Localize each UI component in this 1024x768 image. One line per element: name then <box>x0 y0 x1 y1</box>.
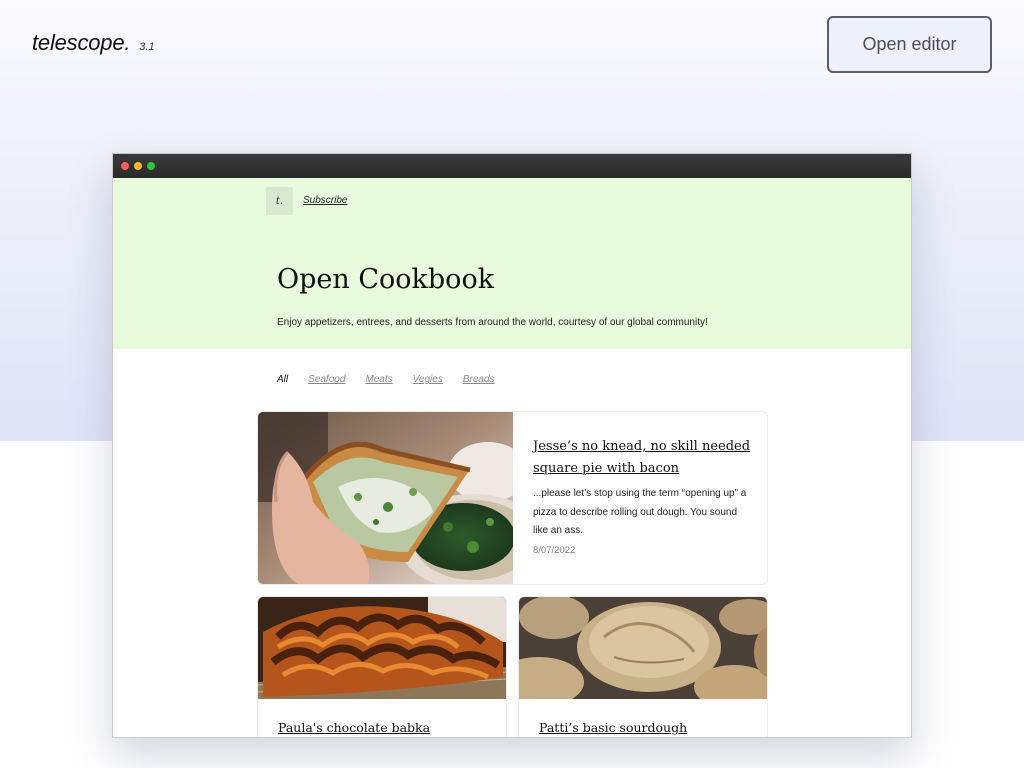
featured-recipe-date: 8/07/2022 <box>533 544 576 556</box>
maximize-window-icon[interactable] <box>147 162 155 170</box>
pizza-slice-image[interactable] <box>258 412 513 584</box>
minimize-window-icon[interactable] <box>134 162 142 170</box>
recipe-card-sourdough[interactable]: Patti’s basic sourdough <box>518 596 768 737</box>
babka-card-body: Paula's chocolate babka <box>278 717 430 737</box>
close-window-icon[interactable] <box>121 162 129 170</box>
featured-recipe-excerpt: ...please let’s stop using the term “ope… <box>533 488 747 536</box>
featured-recipe-body: Jesse’s no knead, no skill needed square… <box>533 436 753 556</box>
featured-recipe-title[interactable]: Jesse’s no knead, no skill needed square… <box>533 436 753 480</box>
category-filters: All Seafood Meats Vegies Breads <box>277 374 495 385</box>
page-title: Open Cookbook <box>277 264 495 295</box>
app-header: telescope. 3.1 <box>32 30 155 56</box>
recipe-card-babka[interactable]: Paula's chocolate babka <box>257 596 507 737</box>
sourdough-card-title[interactable]: Patti’s basic sourdough <box>539 717 687 737</box>
filter-breads[interactable]: Breads <box>463 374 495 385</box>
site-hero: t. Subscribe Open Cookbook Enjoy appetiz… <box>113 178 911 349</box>
page-subtitle: Enjoy appetizers, entrees, and desserts … <box>277 317 708 328</box>
app-version: 3.1 <box>139 41 155 53</box>
window-titlebar <box>113 154 911 178</box>
babka-card-title[interactable]: Paula's chocolate babka <box>278 717 430 737</box>
browser-preview-window: t. Subscribe Open Cookbook Enjoy appetiz… <box>112 153 912 738</box>
app-logo: telescope. <box>32 30 131 55</box>
filter-meats[interactable]: Meats <box>365 374 392 385</box>
site-logo[interactable]: t. <box>266 187 293 215</box>
filter-all[interactable]: All <box>277 374 288 385</box>
chocolate-babka-image[interactable] <box>258 597 506 699</box>
featured-recipe-card[interactable]: Jesse’s no knead, no skill needed square… <box>257 411 768 585</box>
sourdough-card-body: Patti’s basic sourdough <box>539 717 687 737</box>
sourdough-bread-image[interactable] <box>519 597 767 699</box>
filter-vegies[interactable]: Vegies <box>413 374 443 385</box>
filter-seafood[interactable]: Seafood <box>308 374 345 385</box>
open-editor-button[interactable]: Open editor <box>827 16 992 73</box>
subscribe-link[interactable]: Subscribe <box>303 195 347 206</box>
